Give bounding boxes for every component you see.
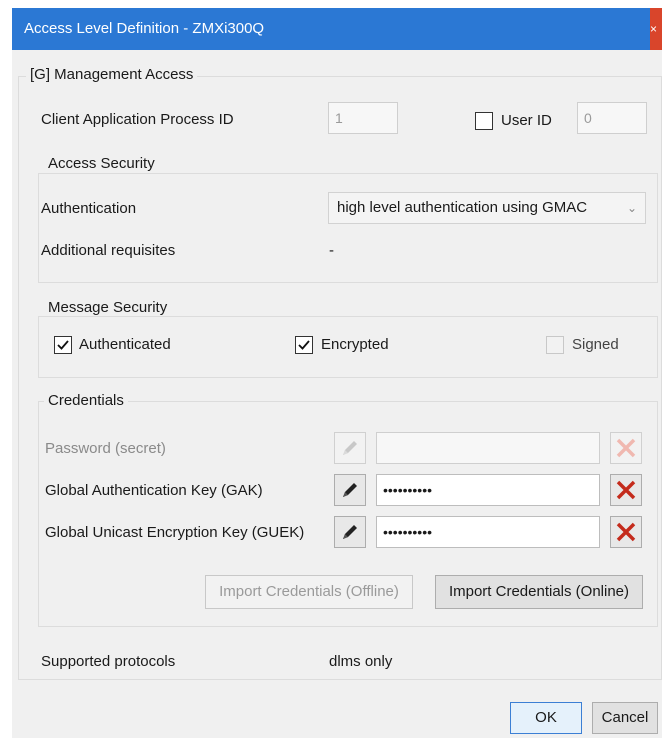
title-bar: Access Level Definition - ZMXi300Q × (12, 8, 662, 50)
window-title: Access Level Definition - ZMXi300Q (24, 20, 265, 37)
client-app-input[interactable]: 1 (328, 102, 398, 134)
authenticated-checkbox[interactable] (54, 336, 72, 354)
management-access-legend: [G] Management Access (26, 66, 198, 83)
dialog-window: Access Level Definition - ZMXi300Q × [G]… (12, 8, 662, 738)
import-online-button[interactable]: Import Credentials (Online) (435, 575, 643, 609)
gak-input[interactable]: •••••••••• (376, 474, 600, 506)
password-label: Password (secret) (45, 440, 166, 457)
credentials-legend: Credentials (44, 392, 128, 409)
import-offline-button[interactable]: Import Credentials (Offline) (205, 575, 413, 609)
checkmark-icon (298, 340, 310, 350)
pencil-icon (343, 525, 357, 539)
guek-clear-button[interactable] (610, 516, 642, 548)
password-edit-button[interactable] (334, 432, 366, 464)
pencil-icon (343, 483, 357, 497)
access-security-legend: Access Security (44, 155, 159, 172)
checkmark-icon (57, 340, 69, 350)
authentication-value: high level authentication using GMAC (337, 199, 588, 216)
encrypted-label: Encrypted (321, 336, 389, 353)
additional-requisites-value: - (329, 242, 334, 259)
gak-edit-button[interactable] (334, 474, 366, 506)
signed-label: Signed (572, 336, 619, 353)
close-button[interactable]: × (650, 8, 662, 50)
supported-protocols-label: Supported protocols (41, 653, 176, 670)
encrypted-checkbox[interactable] (295, 336, 313, 354)
authenticated-label: Authenticated (79, 336, 171, 353)
password-clear-button[interactable] (610, 432, 642, 464)
cancel-button[interactable]: Cancel (592, 702, 658, 734)
pencil-icon (343, 441, 357, 455)
authentication-select[interactable]: high level authentication using GMAC ⌄ (328, 192, 646, 224)
signed-checkbox[interactable] (546, 336, 564, 354)
password-input[interactable] (376, 432, 600, 464)
client-app-label: Client Application Process ID (41, 111, 234, 128)
user-id-label: User ID (501, 112, 552, 129)
supported-protocols-value: dlms only (329, 653, 393, 670)
gak-label: Global Authentication Key (GAK) (45, 482, 263, 499)
x-icon (616, 438, 636, 458)
guek-input[interactable]: •••••••••• (376, 516, 600, 548)
chevron-down-icon: ⌄ (626, 201, 637, 215)
user-id-input[interactable]: 0 (577, 102, 647, 134)
access-security-group (38, 173, 658, 283)
user-id-checkbox[interactable] (475, 112, 493, 130)
gak-clear-button[interactable] (610, 474, 642, 506)
x-icon (616, 522, 636, 542)
authentication-label: Authentication (41, 200, 137, 217)
message-security-legend: Message Security (44, 299, 172, 316)
additional-requisites-label: Additional requisites (41, 242, 176, 259)
ok-button[interactable]: OK (510, 702, 582, 734)
x-icon (616, 480, 636, 500)
guek-label: Global Unicast Encryption Key (GUEK) (45, 524, 305, 541)
guek-edit-button[interactable] (334, 516, 366, 548)
